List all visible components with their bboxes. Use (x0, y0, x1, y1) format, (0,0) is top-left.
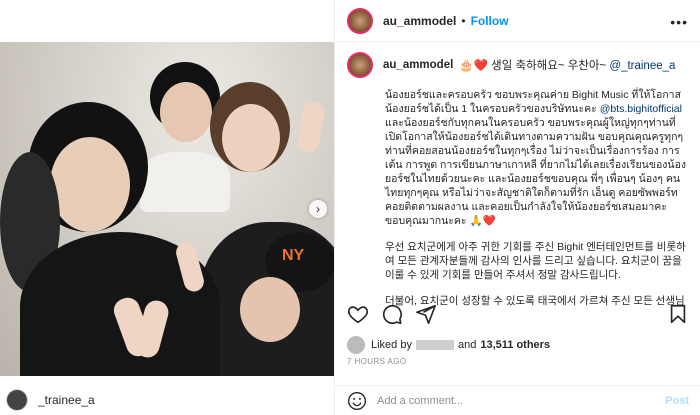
post-comment-button[interactable]: Post (665, 395, 689, 407)
post-photo[interactable]: NY (0, 42, 334, 376)
action-bar (347, 302, 689, 326)
post-panel: au_ammodel • Follow ••• au_ammodel 🎂❤️ 생… (334, 0, 700, 415)
caption: au_ammodel 🎂❤️ 생일 축하해요~ 우찬아~ @_trainee_a… (335, 52, 700, 322)
emoji-icon[interactable] (347, 391, 367, 411)
comment-input[interactable] (377, 394, 666, 407)
likes-prefix: Liked by (371, 339, 412, 351)
mention-link[interactable]: @bts.bighitofficial (600, 103, 682, 115)
heart-icon[interactable] (347, 303, 369, 325)
liker-name-redacted[interactable] (415, 340, 454, 350)
more-options-icon[interactable]: ••• (670, 14, 688, 30)
comment-bar: Post (335, 385, 700, 415)
comment-icon[interactable] (381, 303, 403, 325)
next-arrow-icon[interactable]: › (309, 200, 327, 218)
post-timestamp[interactable]: 7 HOURS AGO (347, 357, 407, 366)
likes-and: and (457, 339, 477, 351)
mention-link[interactable]: @_trainee_a (609, 60, 675, 72)
caption-first-line: 🎂❤️ 생일 축하해요~ 우찬아~ @_trainee_a (459, 57, 675, 73)
post-header: au_ammodel • Follow ••• (335, 0, 700, 42)
separator-dot: • (461, 13, 466, 28)
caption-username[interactable]: au_ammodel (383, 59, 453, 71)
author-username[interactable]: au_ammodel (383, 14, 456, 28)
caption-thai: น้องยอร์ชและครอบครัว ขอบพระคุณค่าย Bighi… (385, 88, 689, 228)
caption-thai-part2: และน้องยอร์ชกับทุกคนในครอบครัว ขอบพระคุณ… (385, 117, 687, 227)
caption-korean-1: 우선 요치군에게 아주 귀한 기회를 주신 Bighit 엔터테인먼트를 비롯하… (385, 241, 686, 281)
likes-summary: Liked by and 13,511 others (347, 336, 550, 354)
photo-pane: NY › _trainee_a (0, 0, 334, 415)
cap-logo-text: NY (282, 247, 305, 264)
author-avatar[interactable] (347, 7, 373, 34)
caption-greeting: 🎂❤️ 생일 축하해요~ 우찬아~ (459, 60, 610, 72)
save-icon[interactable] (667, 303, 689, 325)
caption-avatar[interactable] (347, 52, 373, 78)
tagged-username[interactable]: _trainee_a (38, 393, 95, 407)
likes-count[interactable]: 13,511 others (480, 339, 550, 351)
share-icon[interactable] (415, 303, 437, 325)
tagged-avatar[interactable] (6, 389, 28, 411)
tagged-user[interactable]: _trainee_a (0, 385, 334, 415)
caption-body: น้องยอร์ชและครอบครัว ขอบพระคุณค่าย Bighi… (347, 88, 689, 308)
liker-avatar[interactable] (347, 336, 365, 354)
follow-button[interactable]: Follow (471, 14, 509, 28)
